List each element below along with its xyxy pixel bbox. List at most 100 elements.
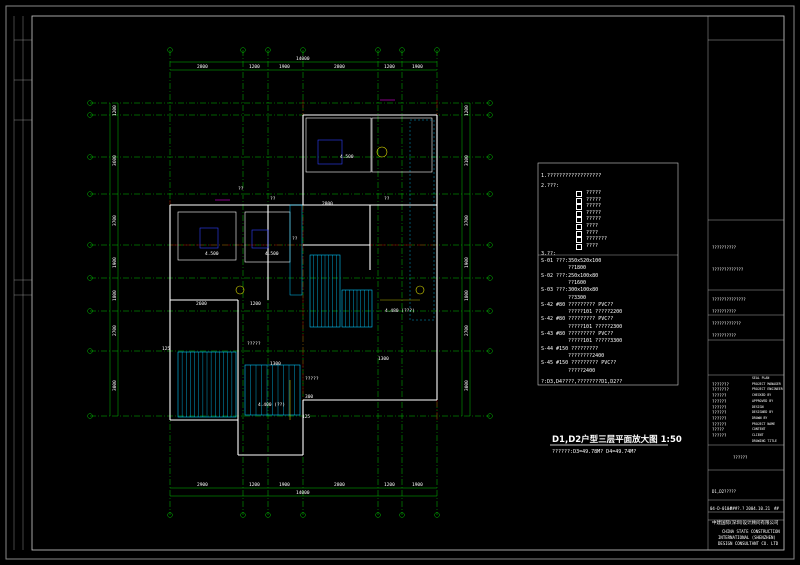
bottom-segment-dimension: 2800 <box>334 482 345 488</box>
tb-drawing-name: D1,D2????? <box>712 489 737 494</box>
bottom-segment-dimension: 2900 <box>197 482 208 488</box>
tb-company-en-3: DESIGN CONSULTANT CO. LTD <box>718 541 779 546</box>
inner-dimension-label: 2800 <box>322 201 333 207</box>
drawing-title: D1,D2户型三层平面放大图 1:50 <box>552 435 682 445</box>
bottom-segment-dimension: 1900 <box>279 482 290 488</box>
bottom-segment-dimension: 1200 <box>384 482 395 488</box>
fixture-symbol-icon <box>576 204 582 211</box>
legend-item: ?????101 ?????2200 <box>568 309 623 316</box>
room-label: ?? <box>270 196 276 202</box>
plan-number: 125 <box>162 346 170 352</box>
inner-dimension-label: 1300 <box>378 356 389 362</box>
elevation-label: 4.500 <box>205 251 219 257</box>
legend-icon-item: ????? <box>586 203 602 210</box>
right-segment-dimension: 1900 <box>464 257 470 268</box>
tb-code-4: ## <box>774 506 779 511</box>
bottom-segment-dimension: 1900 <box>412 482 423 488</box>
fixture-symbol-icon <box>576 197 582 204</box>
tb-label-1: ?????????? <box>712 245 737 250</box>
fixture-symbol-icon <box>576 210 582 217</box>
room-label: ????? <box>305 376 319 382</box>
legend-item: S-43 #80 ????????? PVC?? <box>541 331 614 337</box>
left-segment-dimension: 2700 <box>112 325 118 336</box>
legend-heading-equipment: 1.?????????????????? <box>541 173 602 179</box>
inner-dimension-label: 1300 <box>270 361 281 367</box>
legend-icon-item: ??????? <box>586 236 608 243</box>
top-segment-dimension: 1200 <box>384 64 395 70</box>
tb-code-1: 04-D-0104 <box>710 506 732 511</box>
tb-label-5: ???????????? <box>712 321 741 326</box>
plan-number: 300 <box>305 394 313 400</box>
top-segment-dimension: 1200 <box>249 64 260 70</box>
outer-frame <box>5 5 795 560</box>
legend-item: S-01 ???:350x520x100 <box>541 258 602 264</box>
legend-item: S-42 #80 ????????? PVC?? <box>541 316 614 323</box>
tb-label-4: ?????????? <box>712 309 737 314</box>
elevation-label: 4.500 <box>265 251 279 257</box>
railing-line <box>409 119 435 321</box>
tb-row-label-cn: ?????? <box>712 415 727 421</box>
plan-number: 125 <box>302 414 310 420</box>
left-segment-dimension: 1200 <box>112 105 118 116</box>
tb-row-label-en: DESIGNED BY <box>752 410 774 415</box>
tb-row-label-cn: ????? <box>712 427 725 433</box>
tb-company-cn: 中建国际(深圳)设计顾问有限公司 <box>712 521 779 526</box>
bottom-total-dimension: 14000 <box>296 490 310 496</box>
legend-item: S-45 #150 ????????? PVC?? <box>541 360 617 367</box>
tb-row-label-cn: ?????? <box>712 410 727 416</box>
binding-strip <box>13 16 32 550</box>
cad-drawing-sheet: 14000 14000 2800 1200 1900 2800 1200 1900 2900 12… <box>5 5 795 560</box>
tb-row-label-cn: ?????? <box>712 393 727 399</box>
tb-row-label-en: PROJECT ENGINEER <box>752 387 783 392</box>
tb-row-label-en: DRAWING TITLE <box>752 438 777 443</box>
bottom-segment-dimension: 1200 <box>249 482 260 488</box>
room-label: ?? <box>384 196 390 202</box>
right-segment-dimension: 1200 <box>464 105 470 116</box>
elevation-label: 4.500 <box>340 154 354 160</box>
legend-item: S-42 #80 ????????? PVC?? <box>541 301 614 308</box>
tb-row-label-en: SEAL PLAN <box>752 376 770 380</box>
tb-row-label-en: PROJECT MANAGER <box>752 381 781 386</box>
legend-icon-item: ????? <box>586 216 602 223</box>
legend-icon-item: ???? <box>586 223 599 229</box>
tb-code-2: ###?.? <box>730 506 745 511</box>
left-segment-dimension: 3600 <box>112 155 118 166</box>
tb-code-3: 2004.10.21 <box>746 506 771 511</box>
legend-item: ?????101 ?????2300 <box>568 323 623 330</box>
legend-heading-symbols: 2.???: <box>541 183 560 189</box>
bed-icon <box>251 229 269 249</box>
top-segment-dimension: 1900 <box>412 64 423 70</box>
room-label: ?? <box>238 186 244 192</box>
tb-row-label-cn: ?????? <box>712 398 727 404</box>
legend-item: S-03 ???:300x100x80 <box>541 287 599 294</box>
elevation-label: 4.480 (???) <box>385 308 415 314</box>
fixture-symbol-icon <box>576 191 582 197</box>
room-label: ?? <box>292 236 298 242</box>
tb-label-6: ?????????? <box>712 333 737 338</box>
right-segment-dimension: 2700 <box>464 325 470 336</box>
tb-label-2: ????????????? <box>712 267 744 272</box>
tb-row-label-cn: ??????? <box>712 387 729 393</box>
right-segment-dimension: 1800 <box>464 290 470 301</box>
tb-row-label-en: CONTENT <box>752 427 766 432</box>
top-total-dimension: 14000 <box>296 56 310 62</box>
tb-company-en-1: CHINA STATE CONSTRUCTION <box>722 529 780 534</box>
legend-icon-item: ????? <box>586 190 602 196</box>
elevation-label: 4.400 (??) <box>258 402 285 408</box>
legend-item: S-02 ???:250x100x80 <box>541 272 599 279</box>
legend-item: ??1600 <box>568 279 587 286</box>
inner-dimension-label: 2600 <box>196 301 207 307</box>
tb-row-label-cn: ?????? <box>712 433 727 438</box>
legend-item: ????????2400 <box>568 352 605 359</box>
top-segment-dimension: 2800 <box>197 64 208 70</box>
drawing-note: ?:D3,D4????,????????D1,D2?? <box>541 379 623 385</box>
legend-heading-fixtures: 3.??: <box>541 251 557 257</box>
tb-row-label-en: CHECKED BY <box>752 393 772 398</box>
room-label: ????? <box>247 341 261 347</box>
drain-icon <box>415 285 425 295</box>
title-block-frame <box>707 15 785 551</box>
legend-item: S-44 #150 ????????? <box>541 345 599 352</box>
legend-item: ?????2400 <box>568 367 596 374</box>
drawing-frame <box>31 15 785 551</box>
tb-row-label-cn: ?????? <box>712 404 727 410</box>
